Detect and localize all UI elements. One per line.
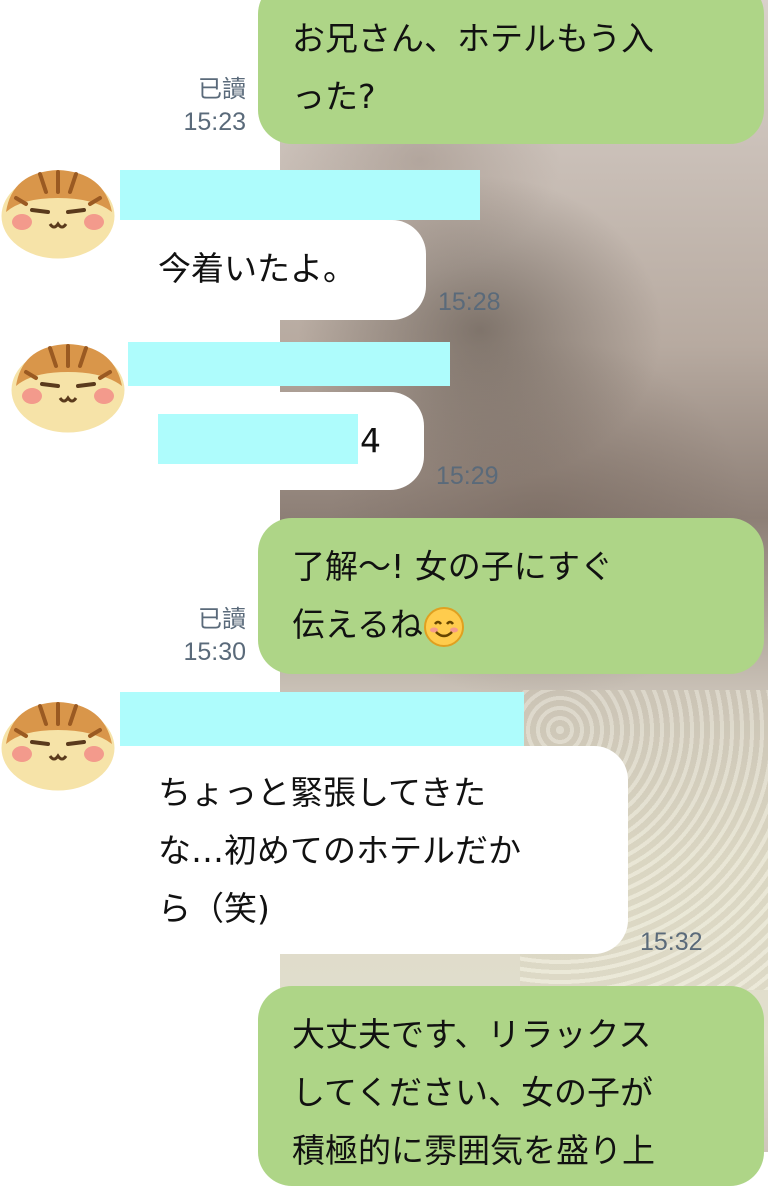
- message-bubble-incoming[interactable]: 今着いたよ。: [124, 220, 426, 320]
- smiling-face-emoji: [424, 606, 465, 647]
- message-text-line: してください、女の子が: [292, 1073, 654, 1112]
- read-receipt: 已讀: [198, 606, 246, 633]
- message-meta: 已讀 15:23: [150, 74, 246, 138]
- message-text-line: 伝えるね: [292, 596, 730, 654]
- message-bubble-outgoing[interactable]: 大丈夫です、リラックス してください、女の子が 積極的に雰囲気を盛り上: [258, 986, 764, 1186]
- message-text-line: 4: [360, 421, 381, 460]
- message-bubble-outgoing[interactable]: お兄さん、ホテルもう入 った?: [258, 0, 764, 144]
- message-bubble-outgoing[interactable]: 了解〜! 女の子にすぐ 伝えるね: [258, 518, 764, 674]
- message-bubble-incoming[interactable]: ちょっと緊張してきた な…初めてのホテルだか ら（笑): [124, 746, 628, 954]
- redacted-sender-name: [128, 342, 450, 386]
- redacted-sender-name: [120, 692, 524, 746]
- message-text-line: 大丈夫です、リラックス: [292, 1015, 652, 1054]
- message-time: 15:29: [436, 462, 499, 490]
- tabby-cat-avatar-icon[interactable]: [0, 690, 122, 798]
- message-bubble-incoming[interactable]: 4: [124, 392, 424, 490]
- message-text-line: ら（笑): [158, 889, 270, 928]
- message-text-line: 積極的に雰囲気を盛り上: [292, 1131, 655, 1170]
- tabby-cat-avatar-icon[interactable]: [0, 158, 122, 266]
- message-meta: 已讀 15:30: [150, 604, 246, 668]
- message-text-line: 了解〜! 女の子にすぐ: [292, 547, 614, 586]
- message-time: 15:30: [183, 638, 246, 666]
- message-text-line: ちょっと緊張してきた: [158, 773, 487, 812]
- redacted-sender-name: [120, 170, 480, 220]
- read-receipt: 已讀: [198, 76, 246, 103]
- tabby-cat-avatar-icon[interactable]: [6, 332, 132, 440]
- message-time: 15:32: [640, 928, 703, 956]
- message-text-line: った?: [292, 77, 376, 116]
- message-text-line: な…初めてのホテルだか: [158, 831, 521, 870]
- message-text-line: お兄さん、ホテルもう入: [292, 19, 655, 58]
- message-time: 15:28: [438, 288, 501, 316]
- message-text-fragment: 伝えるね: [292, 605, 424, 644]
- message-time: 15:23: [183, 108, 246, 136]
- message-text-line: 今着いたよ。: [158, 249, 356, 288]
- redacted-message-text: [158, 414, 358, 464]
